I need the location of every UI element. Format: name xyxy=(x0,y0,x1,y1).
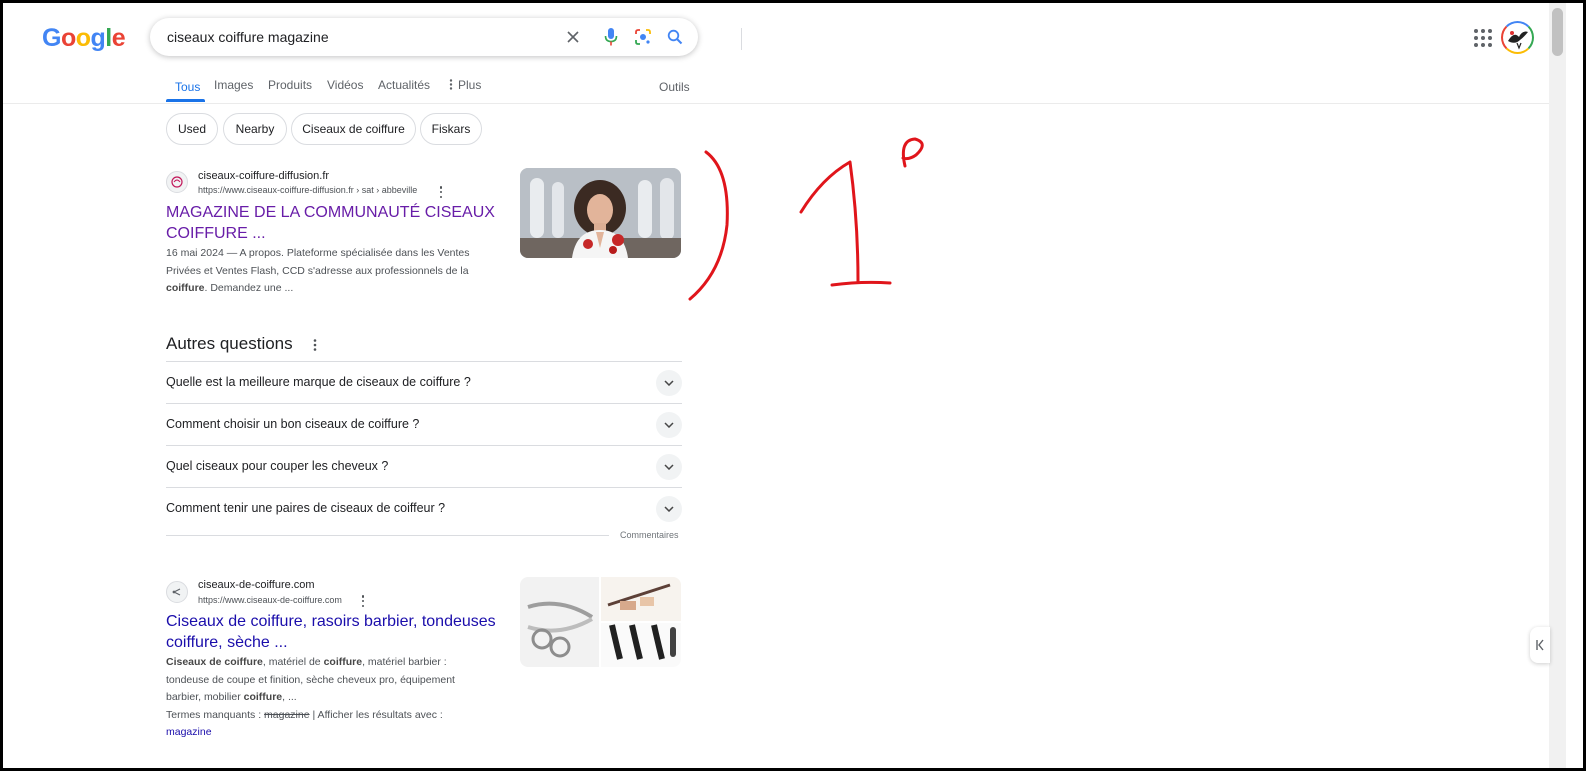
paa-item[interactable]: Quel ciseaux pour couper les cheveux ? xyxy=(166,445,682,487)
site-favicon[interactable] xyxy=(166,581,188,603)
result-site-name[interactable]: ciseaux-de-coiffure.com xyxy=(198,579,315,591)
paa-item[interactable]: Comment choisir un bon ciseaux de coiffu… xyxy=(166,403,682,445)
tab-actualites[interactable]: Actualités xyxy=(378,78,430,92)
clear-icon[interactable] xyxy=(563,27,583,47)
avatar[interactable] xyxy=(1501,21,1534,54)
mic-icon[interactable] xyxy=(601,27,621,47)
result-title[interactable]: Ciseaux de coiffure, rasoirs barbier, to… xyxy=(166,611,506,653)
tab-images[interactable]: Images xyxy=(214,78,253,92)
missing-term-link[interactable]: magazine xyxy=(166,726,212,738)
search-input[interactable]: ciseaux coiffure magazine xyxy=(167,29,329,45)
tools-button[interactable]: Outils xyxy=(659,80,690,94)
chip-used[interactable]: Used xyxy=(166,113,218,145)
chip-ciseaux-de-coiffure[interactable]: Ciseaux de coiffure xyxy=(291,113,416,145)
active-tab-indicator xyxy=(166,99,205,102)
result-title[interactable]: MAGAZINE DE LA COMMUNAUTÉ CISEAUX COIFFU… xyxy=(166,202,506,244)
search-icon[interactable] xyxy=(665,27,685,47)
chevron-down-icon[interactable] xyxy=(656,496,682,522)
side-panel-toggle[interactable] xyxy=(1530,627,1550,663)
paa-item[interactable]: Quelle est la meilleure marque de ciseau… xyxy=(166,361,682,403)
feedback-link[interactable]: Commentaires xyxy=(620,530,679,540)
result-url[interactable]: https://www.ciseaux-coiffure-diffusion.f… xyxy=(198,185,417,195)
result-menu-icon[interactable] xyxy=(439,186,443,198)
paa-item[interactable]: Comment tenir une paires de ciseaux de c… xyxy=(166,487,682,529)
result-thumbnail[interactable] xyxy=(520,168,681,258)
lens-icon[interactable] xyxy=(633,27,653,47)
result-menu-icon[interactable] xyxy=(361,595,365,607)
paa-heading: Autres questions xyxy=(166,334,293,353)
header-divider xyxy=(3,103,1549,104)
more-vert-icon xyxy=(449,79,453,90)
scrollbar-thumb[interactable] xyxy=(1552,8,1563,56)
tab-produits[interactable]: Produits xyxy=(268,78,312,92)
tab-plus[interactable]: Plus xyxy=(449,78,481,92)
search-separator xyxy=(741,28,742,50)
result-url[interactable]: https://www.ciseaux-de-coiffure.com xyxy=(198,595,342,605)
google-logo[interactable]: Google xyxy=(42,24,126,53)
search-box[interactable]: ciseaux coiffure magazine xyxy=(150,18,742,56)
chevron-down-icon[interactable] xyxy=(656,412,682,438)
result-snippet: 16 mai 2024 — A propos. Plateforme spéci… xyxy=(166,247,470,294)
paa-divider xyxy=(166,535,609,536)
paa-menu-icon[interactable] xyxy=(313,338,317,356)
site-favicon[interactable] xyxy=(166,171,188,193)
chip-fiskars[interactable]: Fiskars xyxy=(420,113,482,145)
chip-nearby[interactable]: Nearby xyxy=(223,113,287,145)
apps-icon[interactable] xyxy=(1474,29,1492,47)
tab-videos[interactable]: Vidéos xyxy=(327,78,363,92)
expand-icon xyxy=(1536,639,1544,651)
chevron-down-icon[interactable] xyxy=(656,370,682,396)
result-thumbnail-collage[interactable] xyxy=(520,577,681,667)
result-snippet: Ciseaux de coiffure, matériel de coiffur… xyxy=(166,656,455,738)
scrollbar-track[interactable] xyxy=(1549,3,1566,768)
tab-tous[interactable]: Tous xyxy=(175,80,200,94)
chevron-down-icon[interactable] xyxy=(656,454,682,480)
result-site-name[interactable]: ciseaux-coiffure-diffusion.fr xyxy=(198,170,329,182)
